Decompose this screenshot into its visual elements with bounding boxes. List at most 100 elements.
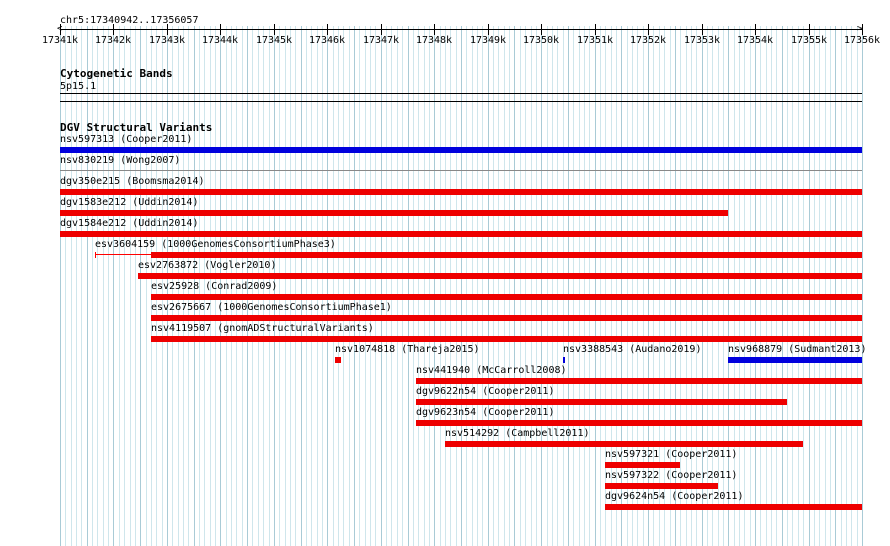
ruler-tick-label: 17348k bbox=[415, 35, 453, 46]
grid-line bbox=[547, 26, 548, 546]
variant-bar[interactable] bbox=[138, 273, 862, 279]
variant-bar[interactable] bbox=[728, 357, 862, 363]
variant-label[interactable]: esv2675667 (1000GenomesConsortiumPhase1) bbox=[151, 302, 392, 314]
variant-bar[interactable] bbox=[60, 210, 728, 216]
variant-bar[interactable] bbox=[335, 357, 341, 363]
grid-line bbox=[418, 26, 419, 546]
grid-line bbox=[557, 26, 558, 546]
variant-bar[interactable] bbox=[416, 420, 862, 426]
variant-label[interactable]: nsv4119507 (gnomADStructuralVariants) bbox=[151, 323, 374, 335]
grid-line bbox=[482, 26, 483, 546]
grid-line bbox=[616, 26, 617, 546]
variant-label[interactable]: nsv968879 (Sudmant2013) bbox=[728, 344, 866, 356]
variant-bar[interactable] bbox=[151, 252, 862, 258]
grid-line bbox=[632, 26, 633, 546]
grid-line bbox=[825, 26, 826, 546]
grid-line bbox=[290, 26, 291, 546]
variant-bar[interactable] bbox=[605, 483, 718, 489]
grid-line bbox=[851, 26, 852, 546]
grid-line bbox=[750, 26, 751, 546]
variant-label[interactable]: nsv830219 (Wong2007) bbox=[60, 155, 180, 167]
track-title-cytoband: Cytogenetic Bands bbox=[60, 67, 173, 80]
ruler-tick bbox=[595, 24, 596, 35]
ruler-tick bbox=[274, 24, 275, 35]
grid-line bbox=[643, 26, 644, 546]
grid-line bbox=[744, 26, 745, 546]
grid-line bbox=[605, 26, 606, 546]
variant-label[interactable]: dgv9622n54 (Cooper2011) bbox=[416, 386, 554, 398]
grid-line bbox=[579, 26, 580, 546]
cytoband-label: 5p15.1 bbox=[60, 81, 97, 92]
variant-label[interactable]: nsv3388543 (Audano2019) bbox=[563, 344, 701, 356]
grid-line bbox=[370, 26, 371, 546]
variant-label[interactable]: dgv9624n54 (Cooper2011) bbox=[605, 491, 743, 503]
grid-line bbox=[456, 26, 457, 546]
ruler-tick bbox=[434, 24, 435, 35]
variant-bar[interactable] bbox=[60, 189, 862, 195]
grid-line bbox=[365, 26, 366, 546]
variant-bar[interactable] bbox=[605, 462, 680, 468]
grid-line bbox=[429, 26, 430, 546]
grid-line bbox=[359, 26, 360, 546]
grid-line bbox=[776, 26, 777, 546]
ruler-tick-label: 17342k bbox=[94, 35, 132, 46]
grid-line bbox=[445, 26, 446, 546]
variant-label[interactable]: nsv514292 (Campbell2011) bbox=[445, 428, 590, 440]
grid-line bbox=[766, 26, 767, 546]
grid-line bbox=[531, 26, 532, 546]
grid-line bbox=[97, 26, 98, 546]
variant-label[interactable]: dgv1583e212 (Uddin2014) bbox=[60, 197, 198, 209]
variant-bar[interactable] bbox=[445, 441, 803, 447]
grid-line bbox=[317, 26, 318, 546]
variant-label[interactable]: esv3604159 (1000GenomesConsortiumPhase3) bbox=[95, 239, 336, 251]
grid-line bbox=[627, 26, 628, 546]
grid-line bbox=[573, 26, 574, 546]
variant-label[interactable]: nsv597313 (Cooper2011) bbox=[60, 134, 192, 146]
ruler-tick-label: 17341k bbox=[41, 35, 79, 46]
grid-line bbox=[391, 26, 392, 546]
variant-bar[interactable] bbox=[151, 294, 862, 300]
grid-line bbox=[397, 26, 398, 546]
grid-line bbox=[792, 26, 793, 546]
variant-label[interactable]: nsv597321 (Cooper2011) bbox=[605, 449, 737, 461]
grid-line bbox=[755, 26, 756, 546]
variant-bar[interactable] bbox=[60, 231, 862, 237]
grid-line bbox=[659, 26, 660, 546]
ruler-tick bbox=[488, 24, 489, 35]
variant-bar[interactable] bbox=[605, 504, 862, 510]
variant-label[interactable]: dgv1584e212 (Uddin2014) bbox=[60, 218, 198, 230]
variant-label[interactable]: nsv597322 (Cooper2011) bbox=[605, 470, 737, 482]
ruler-tick bbox=[167, 24, 168, 35]
ruler-tick-label: 17354k bbox=[736, 35, 774, 46]
grid-line bbox=[375, 26, 376, 546]
ruler-tick bbox=[381, 24, 382, 35]
grid-line bbox=[525, 26, 526, 546]
grid-line bbox=[718, 26, 719, 546]
grid-line bbox=[841, 26, 842, 546]
grid-line bbox=[450, 26, 451, 546]
variant-label[interactable]: esv25928 (Conrad2009) bbox=[151, 281, 277, 293]
variant-bar[interactable] bbox=[416, 399, 787, 405]
variant-label[interactable]: esv2763872 (Vogler2010) bbox=[138, 260, 276, 272]
grid-line bbox=[92, 26, 93, 546]
grid-line bbox=[637, 26, 638, 546]
variant-bar[interactable] bbox=[416, 378, 862, 384]
grid-line bbox=[648, 26, 649, 546]
ruler-tick-label: 17345k bbox=[255, 35, 293, 46]
grid-line bbox=[301, 26, 302, 546]
variant-label[interactable]: dgv350e215 (Boomsma2014) bbox=[60, 176, 205, 188]
variant-bar[interactable] bbox=[151, 336, 862, 342]
ruler-tick-label: 17351k bbox=[576, 35, 614, 46]
variant-bar[interactable] bbox=[151, 315, 862, 321]
variant-label[interactable]: nsv441940 (McCarroll2008) bbox=[416, 365, 567, 377]
grid-line bbox=[702, 26, 703, 546]
genome-browser-view[interactable]: chr5:17340942..17356057 < > 17341k17342k… bbox=[0, 0, 890, 546]
variant-label[interactable]: dgv9623n54 (Cooper2011) bbox=[416, 407, 554, 419]
grid-line bbox=[520, 26, 521, 546]
variant-label[interactable]: nsv1074818 (Thareja2015) bbox=[335, 344, 480, 356]
variant-bar[interactable] bbox=[563, 357, 565, 363]
ruler-tick bbox=[220, 24, 221, 35]
variant-bar[interactable] bbox=[60, 147, 862, 153]
ruler-tick-label: 17343k bbox=[148, 35, 186, 46]
grid-line bbox=[664, 26, 665, 546]
